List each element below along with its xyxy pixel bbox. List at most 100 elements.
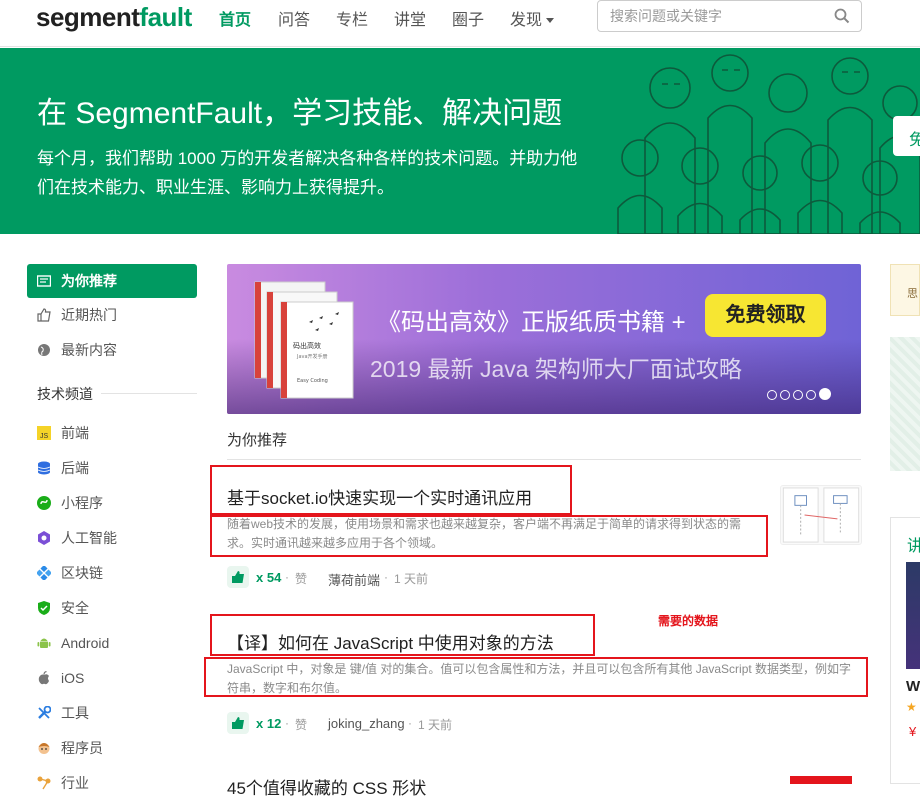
annotation-note: 需要的数据 — [658, 614, 719, 628]
channel-label: 小程序 — [61, 495, 103, 511]
article-time: 1 天前 — [394, 572, 429, 586]
sidebar-channel-ios[interactable]: iOS — [27, 661, 197, 695]
nav-questions[interactable]: 问答 — [278, 6, 310, 30]
carousel-dot[interactable] — [780, 390, 790, 400]
claim-free-button[interactable]: 免费领取 — [705, 294, 826, 337]
like-button[interactable] — [227, 712, 249, 734]
right-ad-image[interactable] — [890, 337, 920, 471]
logo-text-accent: fault — [139, 2, 192, 32]
channel-label: 行业 — [61, 775, 89, 791]
recommend-icon — [37, 275, 51, 287]
nav-columns[interactable]: 专栏 — [336, 6, 368, 30]
article-title[interactable]: 45个值得收藏的 CSS 形状 — [227, 774, 426, 799]
sidebar-item-label: 最新内容 — [61, 342, 117, 358]
hero-title: 在 SegmentFault，学习技能、解决问题 — [37, 97, 563, 130]
article-summary: JavaScript 中，对象是 键/值 对的集合。值可以包含属性和方法，并且可… — [227, 662, 852, 695]
article-title[interactable]: 基于socket.io快速实现一个实时通讯应用 — [227, 484, 532, 509]
book-title-text: 码出高效 — [293, 341, 321, 350]
channel-label: 程序员 — [61, 740, 103, 756]
sidebar-channel-frontend[interactable]: JS 前端 — [27, 416, 197, 450]
carousel-dots — [767, 387, 834, 405]
thumbs-up-icon — [37, 308, 51, 322]
sidebar-channel-industry[interactable]: 行业 — [27, 766, 197, 800]
apple-icon — [38, 671, 49, 685]
article-time: 1 天前 — [418, 718, 453, 732]
developers-illustration — [617, 54, 920, 234]
sidebar-channel-ai[interactable]: 人工智能 — [27, 521, 197, 555]
banner-headline: 《码出高效》正版纸质书籍 + — [377, 309, 686, 336]
article-thumbnail[interactable] — [780, 485, 862, 545]
sidebar-channel-backend[interactable]: 后端 — [27, 451, 197, 485]
tools-icon — [38, 706, 51, 719]
channel-label: 区块链 — [61, 565, 103, 581]
sidebar-channel-blockchain[interactable]: 区块链 — [27, 556, 197, 590]
article-author[interactable]: 薄荷前端 — [328, 570, 380, 589]
thumbs-up-icon — [232, 717, 244, 729]
divider — [227, 459, 861, 460]
sidebar-item-recommend[interactable]: 为你推荐 — [27, 264, 197, 298]
notice-text: 思 — [907, 288, 918, 300]
sidebar-channel-android[interactable]: Android — [27, 626, 197, 660]
sidebar-channel-security[interactable]: 安全 — [27, 591, 197, 625]
sidebar-item-latest[interactable]: 最新内容 — [27, 333, 197, 367]
article-author[interactable]: joking_zhang — [328, 716, 405, 731]
industry-icon — [37, 776, 51, 790]
sidebar-channel-tools[interactable]: 工具 — [27, 696, 197, 730]
carousel-dot[interactable] — [793, 390, 803, 400]
article-thumbnail[interactable] — [790, 776, 852, 784]
book-tag-text: Easy Coding — [297, 378, 328, 384]
nav-discover[interactable]: 发现 — [510, 6, 555, 30]
top-navbar: segmentfault 首页 问答 专栏 讲堂 圈子 发现 — [0, 0, 920, 47]
globe-icon — [38, 344, 50, 356]
lecture-cover-image[interactable] — [906, 562, 920, 669]
hero-action-button[interactable]: 免 — [893, 116, 920, 156]
like-button[interactable] — [227, 566, 249, 588]
channel-label: 后端 — [61, 460, 89, 476]
carousel-dot[interactable] — [806, 390, 816, 400]
meta-separator: · — [384, 570, 388, 584]
sidebar-channel-miniprogram[interactable]: 小程序 — [27, 486, 197, 520]
carousel-dot[interactable] — [767, 390, 777, 400]
channels-heading: 技术频道 — [37, 386, 93, 402]
article-summary: 随着web技术的发展，使用场景和需求也越来越复杂，客户端不再满足于简单的请求得到… — [227, 517, 742, 550]
sidebar-item-hot[interactable]: 近期热门 — [27, 298, 197, 332]
like-label: 赞 — [295, 572, 308, 586]
right-notice-card[interactable]: 思 — [890, 264, 920, 316]
sidebar-channel-programmer[interactable]: 程序员 — [27, 731, 197, 765]
divider — [101, 393, 197, 394]
programmer-icon — [38, 743, 50, 754]
search-box — [597, 0, 862, 32]
like-count: x 12 — [256, 716, 282, 731]
sidebar-item-label: 近期热门 — [61, 307, 117, 323]
channel-label: iOS — [61, 670, 85, 686]
book-stack-image: 码出高效 Java开发手册 Easy Coding — [254, 281, 354, 399]
article-title[interactable]: 【译】如何在 JavaScript 中使用对象的方法 — [227, 629, 554, 654]
sidebar-item-label: 为你推荐 — [61, 273, 117, 289]
thumbs-up-icon — [232, 571, 244, 583]
lecture-price: ¥ — [909, 724, 917, 739]
hero-banner: 在 SegmentFault，学习技能、解决问题 每个月，我们帮助 1000 万… — [0, 48, 920, 234]
ai-icon — [38, 531, 50, 545]
channel-label: 前端 — [61, 425, 89, 441]
meta-separator: · — [285, 570, 289, 584]
database-icon — [37, 461, 51, 475]
like-label: 赞 — [295, 718, 308, 732]
nav-lectures[interactable]: 讲堂 — [394, 6, 426, 30]
channel-label: 安全 — [61, 600, 89, 616]
site-logo[interactable]: segmentfault — [36, 2, 192, 33]
meta-separator: · — [408, 716, 412, 730]
book-subtitle-text: Java开发手册 — [296, 353, 328, 360]
channel-label: Android — [61, 635, 110, 651]
promo-banner[interactable]: 码出高效 Java开发手册 Easy Coding 《码出高效》正版纸质书籍 +… — [227, 264, 861, 414]
nav-home[interactable]: 首页 — [219, 6, 251, 30]
carousel-dot-active[interactable] — [819, 388, 831, 400]
panel-heading: 讲 — [907, 538, 920, 555]
android-icon — [37, 638, 51, 648]
channel-label: 工具 — [61, 705, 89, 721]
search-input[interactable] — [598, 1, 818, 31]
nav-circles[interactable]: 圈子 — [452, 6, 484, 30]
js-icon: JS — [37, 426, 51, 440]
lecture-title[interactable]: W — [906, 678, 920, 695]
search-icon[interactable] — [834, 8, 850, 24]
star-icon: ★ — [906, 700, 917, 714]
